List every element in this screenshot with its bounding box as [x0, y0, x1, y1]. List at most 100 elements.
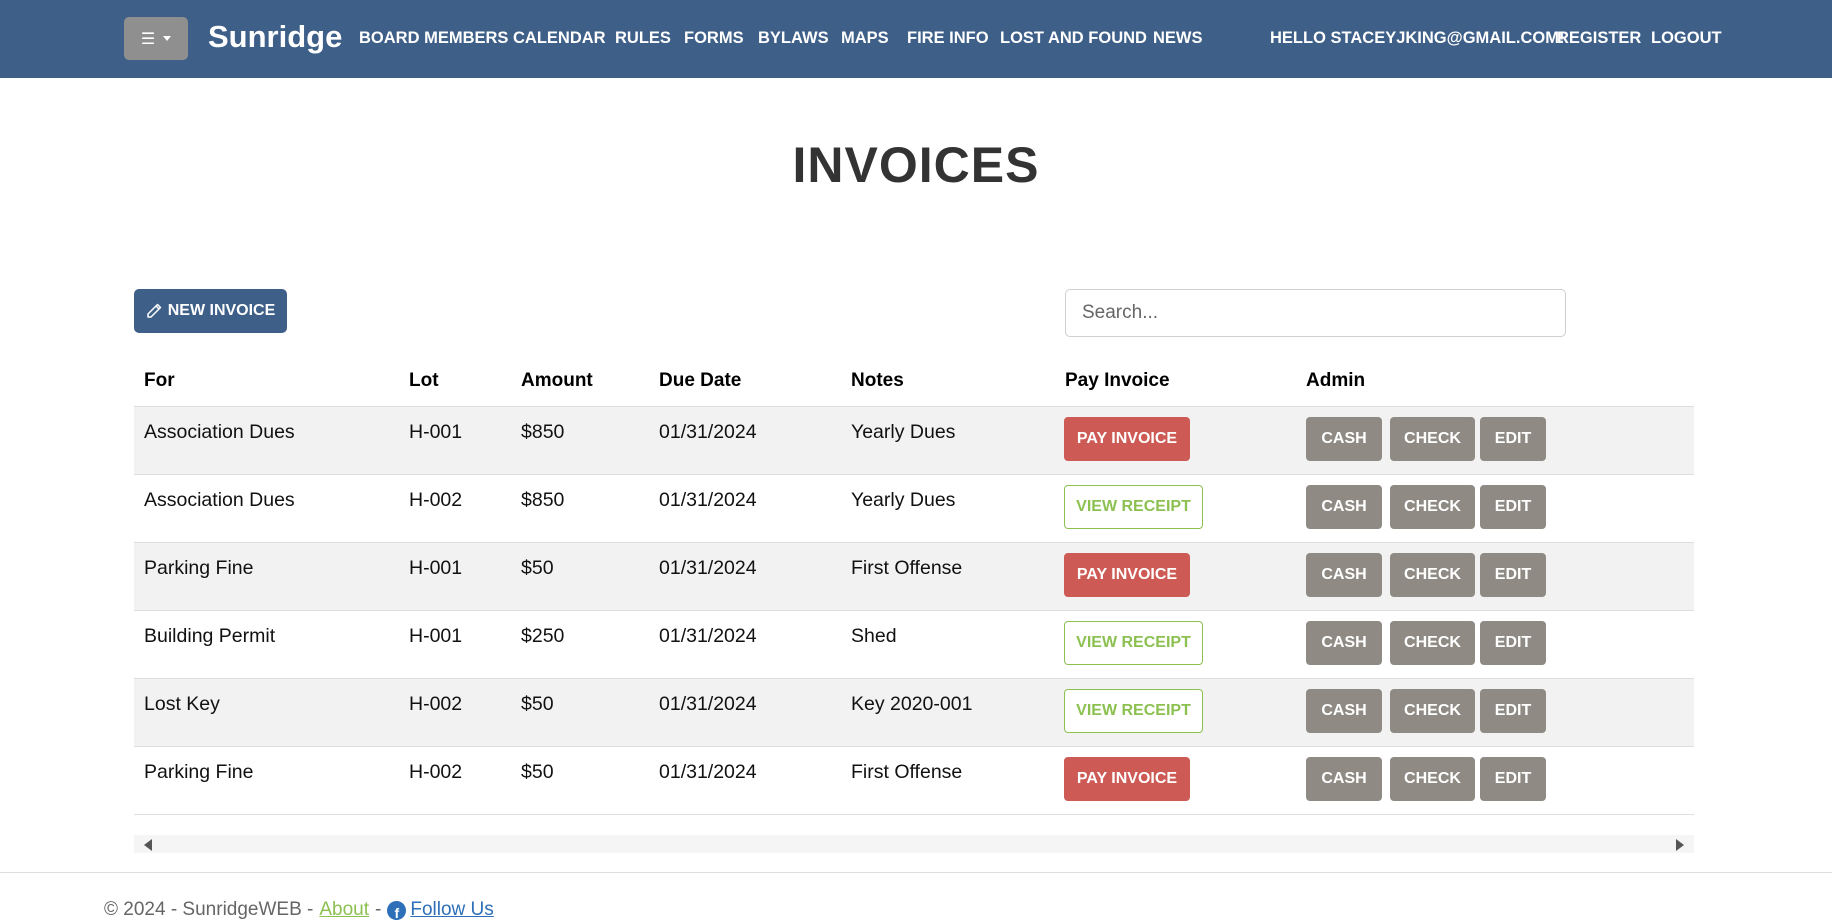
brand-logo[interactable]: Sunridge [208, 19, 342, 55]
cell-notes: Shed [851, 625, 897, 647]
nav-link-board-members[interactable]: BOARD MEMBERS [359, 29, 508, 48]
column-header-amount[interactable]: Amount [521, 370, 593, 392]
cell-amount: $50 [521, 761, 554, 783]
cell-lot: H-001 [409, 625, 463, 647]
cash-button[interactable]: CASH [1306, 417, 1382, 461]
horizontal-scrollbar[interactable] [134, 835, 1694, 853]
cell-amount: $50 [521, 693, 554, 715]
hamburger-icon: ☰ [140, 30, 156, 48]
scroll-left-icon[interactable] [144, 839, 152, 851]
edit-button[interactable]: EDIT [1480, 757, 1546, 801]
pay-invoice-button[interactable]: PAY INVOICE [1064, 553, 1190, 597]
check-button[interactable]: CHECK [1390, 485, 1475, 529]
cell-due: 01/31/2024 [659, 489, 757, 511]
register-link[interactable]: REGISTER [1557, 29, 1641, 48]
table-row: Parking Fine H-002 $50 01/31/2024 First Offe… [134, 746, 1694, 814]
cash-button[interactable]: CASH [1306, 689, 1382, 733]
nav-link-news[interactable]: NEWS [1153, 29, 1203, 48]
check-button[interactable]: CHECK [1390, 553, 1475, 597]
footer-separator: - [375, 899, 382, 920]
pay-invoice-button[interactable]: PAY INVOICE [1064, 417, 1190, 461]
table-row: Parking Fine H-001 $50 01/31/2024 First Offe… [134, 542, 1694, 610]
cell-for: Association Dues [144, 489, 295, 511]
cell-lot: H-002 [409, 693, 463, 715]
cell-for: Parking Fine [144, 761, 254, 783]
edit-button[interactable]: EDIT [1480, 689, 1546, 733]
logout-link[interactable]: LOGOUT [1651, 29, 1722, 48]
follow-us-label: Follow Us [410, 899, 494, 920]
nav-link-forms[interactable]: FORMS [684, 29, 744, 48]
column-header-due-date[interactable]: Due Date [659, 370, 741, 392]
check-button[interactable]: CHECK [1390, 689, 1475, 733]
pencil-icon [146, 303, 161, 318]
user-greeting-link[interactable]: HELLO STACEYJKING@GMAIL.COM! [1270, 29, 1564, 48]
cell-amount: $50 [521, 557, 554, 579]
cash-button[interactable]: CASH [1306, 757, 1382, 801]
nav-link-fire-info[interactable]: FIRE INFO [907, 29, 989, 48]
column-header-admin[interactable]: Admin [1306, 370, 1365, 392]
edit-button[interactable]: EDIT [1480, 553, 1546, 597]
cell-for: Building Permit [144, 625, 276, 647]
cell-due: 01/31/2024 [659, 557, 757, 579]
table-row: Association Dues H-002 $850 01/31/2024 Yearl… [134, 474, 1694, 542]
scroll-right-icon[interactable] [1676, 839, 1684, 851]
cell-amount: $850 [521, 421, 565, 443]
cell-amount: $250 [521, 625, 565, 647]
view-receipt-button[interactable]: VIEW RECEIPT [1064, 485, 1203, 529]
cell-lot: H-001 [409, 421, 463, 443]
follow-us-link[interactable]: f Follow Us [387, 899, 494, 921]
check-button[interactable]: CHECK [1390, 621, 1475, 665]
check-button[interactable]: CHECK [1390, 757, 1475, 801]
cell-notes: First Offense [851, 761, 963, 783]
edit-button[interactable]: EDIT [1480, 417, 1546, 461]
cell-lot: H-002 [409, 489, 463, 511]
table-row: Lost Key H-002 $50 01/31/2024 Key 2020-001 VI… [134, 678, 1694, 746]
search-input[interactable] [1065, 289, 1566, 337]
cell-for: Lost Key [144, 693, 220, 715]
new-invoice-label: NEW INVOICE [167, 302, 276, 319]
column-header-lot[interactable]: Lot [409, 370, 439, 392]
cell-due: 01/31/2024 [659, 693, 757, 715]
nav-link-rules[interactable]: RULES [615, 29, 671, 48]
about-link[interactable]: About [319, 899, 369, 921]
top-navbar: ☰ Sunridge BOARD MEMBERS CALENDAR RULES … [0, 0, 1832, 78]
nav-link-calendar[interactable]: CALENDAR [513, 29, 606, 48]
edit-button[interactable]: EDIT [1480, 621, 1546, 665]
cell-for: Association Dues [144, 421, 295, 443]
nav-link-maps[interactable]: MAPS [841, 29, 889, 48]
caret-down-icon [163, 36, 172, 41]
view-receipt-button[interactable]: VIEW RECEIPT [1064, 689, 1203, 733]
cell-for: Parking Fine [144, 557, 254, 579]
column-header-notes[interactable]: Notes [851, 370, 904, 392]
cell-notes: Yearly Dues [851, 421, 956, 443]
new-invoice-button[interactable]: NEW INVOICE [134, 289, 287, 333]
pay-invoice-button[interactable]: PAY INVOICE [1064, 757, 1190, 801]
nav-link-bylaws[interactable]: BYLAWS [758, 29, 829, 48]
view-receipt-button[interactable]: VIEW RECEIPT [1064, 621, 1203, 665]
cell-notes: Yearly Dues [851, 489, 956, 511]
page-title: INVOICES [792, 137, 1040, 193]
column-header-pay-invoice[interactable]: Pay Invoice [1065, 370, 1170, 392]
cell-amount: $850 [521, 489, 565, 511]
footer: © 2024 - SunridgeWEB - About - f Follow … [104, 899, 494, 921]
footer-divider [0, 872, 1832, 873]
menu-toggle-button[interactable]: ☰ [124, 17, 188, 60]
cell-due: 01/31/2024 [659, 625, 757, 647]
cell-notes: Key 2020-001 [851, 693, 973, 715]
copyright-text: © 2024 - SunridgeWEB - [104, 899, 314, 920]
cell-lot: H-002 [409, 761, 463, 783]
cell-due: 01/31/2024 [659, 761, 757, 783]
cell-due: 01/31/2024 [659, 421, 757, 443]
table-row: Building Permit H-001 $250 01/31/2024 Shed VI… [134, 610, 1694, 678]
cash-button[interactable]: CASH [1306, 485, 1382, 529]
table-bottom-border [134, 814, 1694, 815]
cash-button[interactable]: CASH [1306, 553, 1382, 597]
cell-lot: H-001 [409, 557, 463, 579]
edit-button[interactable]: EDIT [1480, 485, 1546, 529]
column-header-for[interactable]: For [144, 370, 175, 392]
cash-button[interactable]: CASH [1306, 621, 1382, 665]
nav-link-lost-and-found[interactable]: LOST AND FOUND [1000, 29, 1147, 48]
facebook-icon: f [387, 900, 407, 920]
cell-notes: First Offense [851, 557, 963, 579]
check-button[interactable]: CHECK [1390, 417, 1475, 461]
